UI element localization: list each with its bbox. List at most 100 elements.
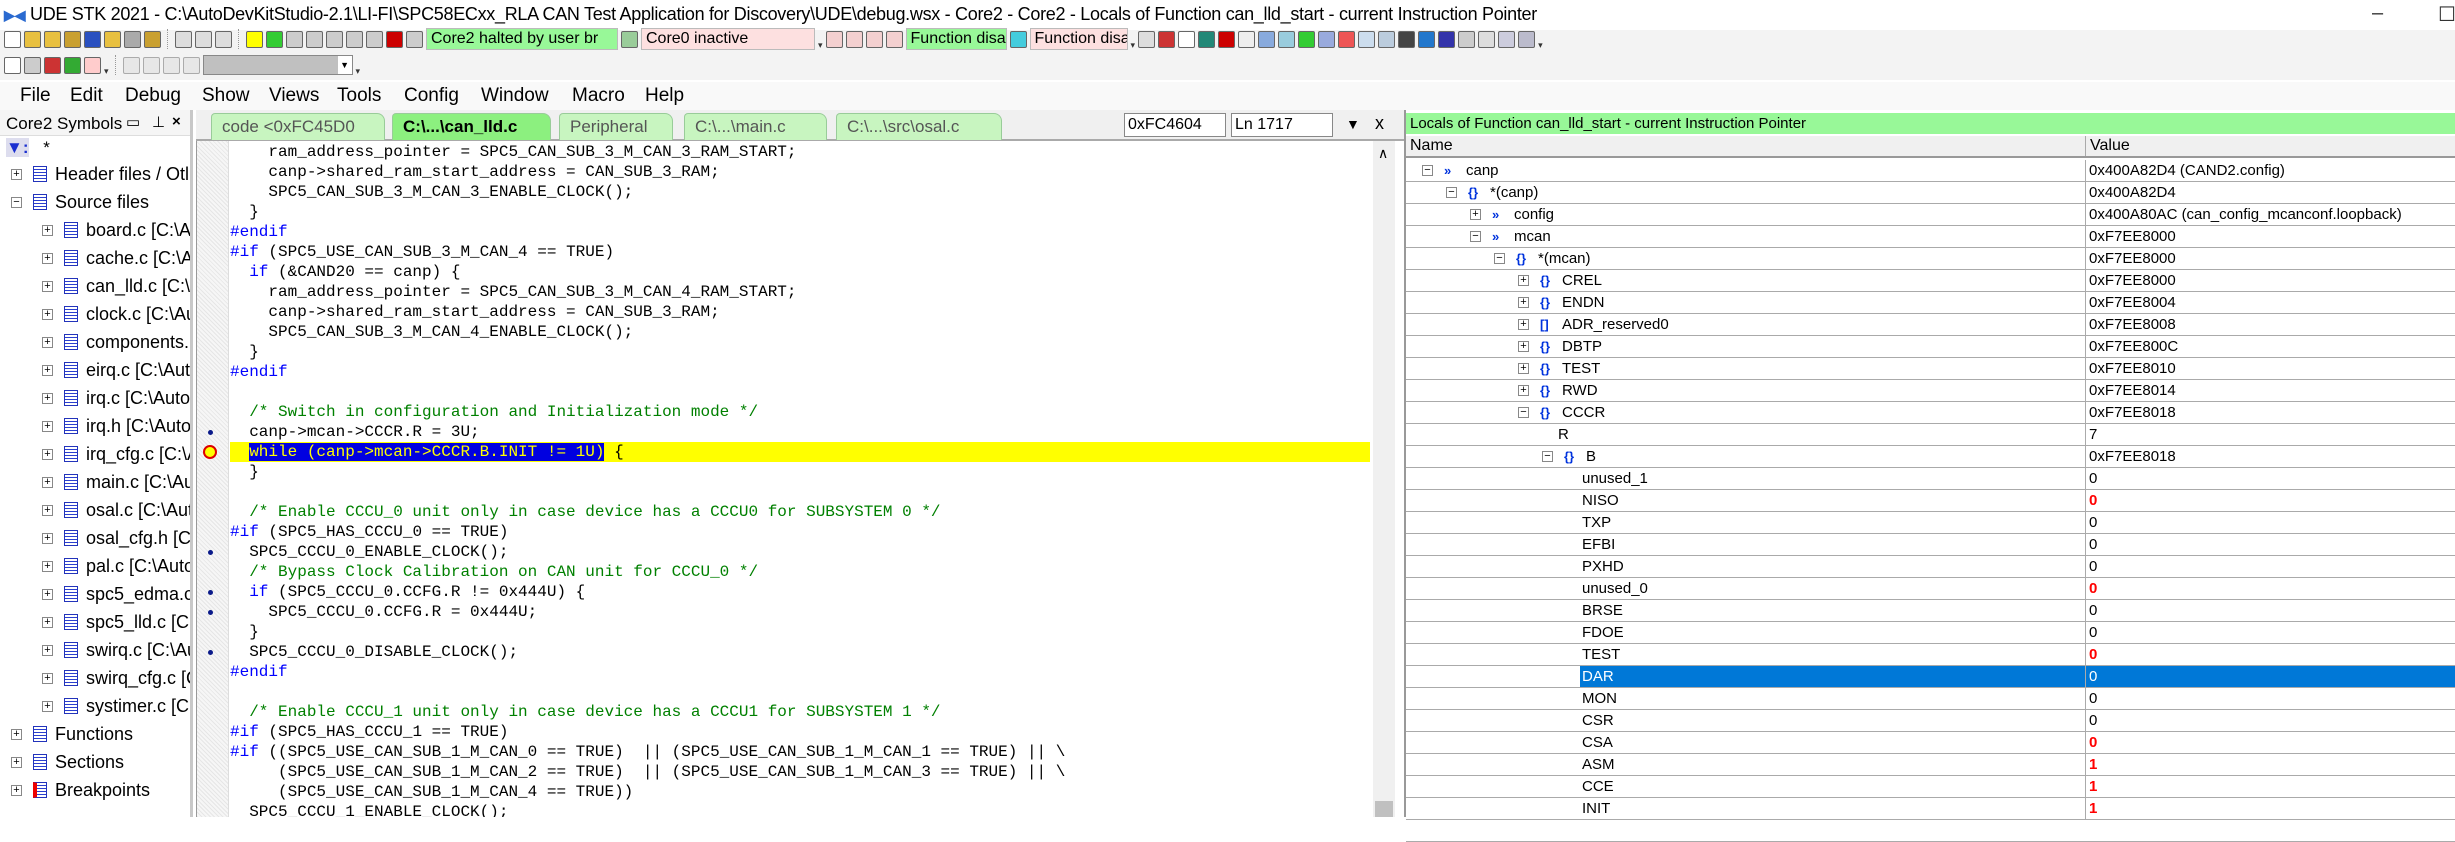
sfr-icon[interactable] — [1338, 30, 1356, 48]
collapse-icon[interactable]: − — [1422, 165, 1433, 176]
expand-icon[interactable]: + — [42, 281, 53, 292]
collapse-icon[interactable]: − — [1542, 451, 1553, 462]
delete-trace-icon[interactable] — [44, 56, 61, 74]
dropdown-icon[interactable]: ▼ — [1346, 116, 1360, 132]
tree-item[interactable]: + osal_cfg.h [C:\ — [0, 524, 190, 552]
expand-icon[interactable]: + — [42, 701, 53, 712]
code-line[interactable]: /* Bypass Clock Calibration on CAN unit … — [230, 562, 758, 582]
collapse-icon[interactable]: − — [1518, 407, 1529, 418]
locals-row[interactable]: + [] ADR_reserved0 0xF7EE8008 — [1406, 314, 2455, 336]
locals-row[interactable]: + {} DBTP 0xF7EE800C — [1406, 336, 2455, 358]
toolbar-overflow-icon[interactable]: ▾ — [1538, 40, 1543, 51]
tree-item[interactable]: + cache.c [C:\Au — [0, 244, 190, 272]
line-marker-dot-icon[interactable] — [208, 610, 213, 615]
tree-item[interactable]: + components. — [0, 328, 190, 356]
expand-icon[interactable]: + — [42, 561, 53, 572]
variable-value[interactable]: 0xF7EE8018 — [2085, 446, 2455, 467]
tree-item[interactable]: + spc5_edma.c — [0, 580, 190, 608]
close-editor-icon[interactable]: x — [1375, 113, 1384, 134]
code-line[interactable]: #if (SPC5_HAS_CCCU_1 == TRUE) — [230, 722, 508, 742]
variable-value[interactable]: 0xF7EE8014 — [2085, 380, 2455, 401]
variable-value[interactable]: 0 — [2085, 732, 2455, 753]
print-icon[interactable] — [124, 30, 141, 48]
code-line[interactable]: SPC5_CCCU_0_ENABLE_CLOCK(); — [230, 542, 508, 562]
chart-icon[interactable] — [1438, 30, 1456, 48]
locals-row[interactable]: −{} *(mcan) 0xF7EE8000 — [1406, 248, 2455, 270]
compare-icon[interactable] — [1378, 30, 1396, 48]
code-line[interactable]: #if (SPC5_USE_CAN_SUB_3_M_CAN_4 == TRUE) — [230, 242, 614, 262]
code-line[interactable]: } — [230, 462, 259, 482]
code-line[interactable]: SPC5_CCCU_0_DISABLE_CLOCK(); — [230, 642, 518, 662]
disabled-icon[interactable] — [1458, 30, 1476, 48]
code-line[interactable]: } — [230, 622, 259, 642]
toolbar-overflow-icon[interactable]: ▾ — [104, 66, 109, 77]
locals-row[interactable]: ASM 1 — [1406, 754, 2455, 776]
tree-item[interactable]: − Source files — [0, 188, 190, 216]
tree-item[interactable]: + clock.c [C:\Au — [0, 300, 190, 328]
locals-row[interactable]: TXP 0 — [1406, 512, 2455, 534]
terminal-window-icon[interactable] — [64, 56, 81, 74]
toolbar-overflow-icon[interactable]: ▾ — [1131, 40, 1136, 51]
tree-item[interactable]: + Header files / Otl — [0, 160, 190, 188]
tree-item[interactable]: + osal.c [C:\Aut — [0, 496, 190, 524]
toolbar-overflow-icon[interactable]: ▾ — [356, 66, 361, 77]
expand-icon[interactable]: + — [11, 757, 22, 768]
tree-item[interactable]: + swirq_cfg.c [C — [0, 664, 190, 692]
trace-icon[interactable] — [885, 30, 903, 48]
locals-row[interactable]: PXHD 0 — [1406, 556, 2455, 578]
variable-value[interactable]: 0xF7EE8010 — [2085, 358, 2455, 379]
locals-row[interactable]: EFBI 0 — [1406, 534, 2455, 556]
code-line[interactable]: #if ((SPC5_USE_CAN_SUB_1_M_CAN_0 == TRUE… — [230, 742, 1065, 762]
script-step-icon[interactable] — [142, 56, 160, 74]
locals-row[interactable]: unused_0 0 — [1406, 578, 2455, 600]
variable-value[interactable]: 1 — [2085, 754, 2455, 775]
variable-value[interactable]: 0xF7EE8000 — [2085, 248, 2455, 269]
variable-value[interactable]: 0 — [2085, 490, 2455, 511]
step-out-icon[interactable] — [326, 30, 343, 48]
filter-row[interactable]: ▼: * — [6, 138, 50, 158]
variable-value[interactable]: 0 — [2085, 600, 2455, 621]
code-line[interactable]: ram_address_pointer = SPC5_CAN_SUB_3_M_C… — [230, 142, 796, 162]
locals-row[interactable]: −{} B 0xF7EE8018 — [1406, 446, 2455, 468]
tree-item[interactable]: + Breakpoints — [0, 776, 190, 804]
expand-icon[interactable]: + — [42, 533, 53, 544]
copy-icon[interactable] — [195, 30, 212, 48]
variable-value[interactable]: 0 — [2085, 622, 2455, 643]
expand-icon[interactable]: + — [42, 505, 53, 516]
locals-row[interactable]: CCE 1 — [1406, 776, 2455, 798]
tab-3[interactable]: C:\...\main.c — [684, 113, 827, 140]
menu-help[interactable]: Help — [645, 85, 684, 107]
variable-value[interactable]: 0xF7EE8004 — [2085, 292, 2455, 313]
minimize-button[interactable]: – — [2372, 2, 2383, 25]
maximize-button[interactable]: ☐ — [2438, 2, 2455, 27]
open-folder-icon[interactable] — [104, 30, 121, 48]
globe-icon[interactable] — [1418, 30, 1436, 48]
step-into-icon[interactable] — [286, 30, 303, 48]
tree-item[interactable]: + irq.h [C:\Auto — [0, 412, 190, 440]
variable-value[interactable]: 0 — [2085, 710, 2455, 731]
expand-icon[interactable]: + — [42, 309, 53, 320]
expand-icon[interactable]: + — [42, 477, 53, 488]
code-line[interactable]: if (SPC5_CCCU_0.CCFG.R != 0x444U) { — [230, 582, 585, 602]
scroll-thumb[interactable] — [1375, 801, 1393, 817]
address-input[interactable]: 0xFC4604 — [1124, 113, 1226, 137]
expand-icon[interactable]: + — [42, 337, 53, 348]
expand-icon[interactable]: + — [1470, 209, 1481, 220]
locals-row[interactable]: + {} RWD 0xF7EE8014 — [1406, 380, 2455, 402]
menu-macro[interactable]: Macro — [572, 85, 625, 107]
expand-icon[interactable]: + — [1518, 275, 1529, 286]
menu-file[interactable]: File — [20, 85, 51, 107]
locals-row[interactable]: R7 — [1406, 424, 2455, 446]
tab-1[interactable]: C:\...\can_lld.c — [392, 113, 551, 140]
stop-icon[interactable] — [386, 30, 403, 48]
tree-item[interactable]: + systimer.c [C:\ — [0, 692, 190, 720]
expand-icon[interactable]: + — [1518, 363, 1529, 374]
list-icon[interactable] — [1498, 30, 1516, 48]
code-line[interactable]: (SPC5_USE_CAN_SUB_1_M_CAN_4 == TRUE)) — [230, 782, 633, 802]
step-over-icon[interactable] — [306, 30, 323, 48]
breakpoint-disable-icon[interactable] — [845, 30, 863, 48]
code-line[interactable]: } — [230, 342, 259, 362]
collapse-icon[interactable]: − — [1494, 253, 1505, 264]
tree-item[interactable]: + swirq.c [C:\Au — [0, 636, 190, 664]
close-icon[interactable]: × — [172, 113, 181, 130]
